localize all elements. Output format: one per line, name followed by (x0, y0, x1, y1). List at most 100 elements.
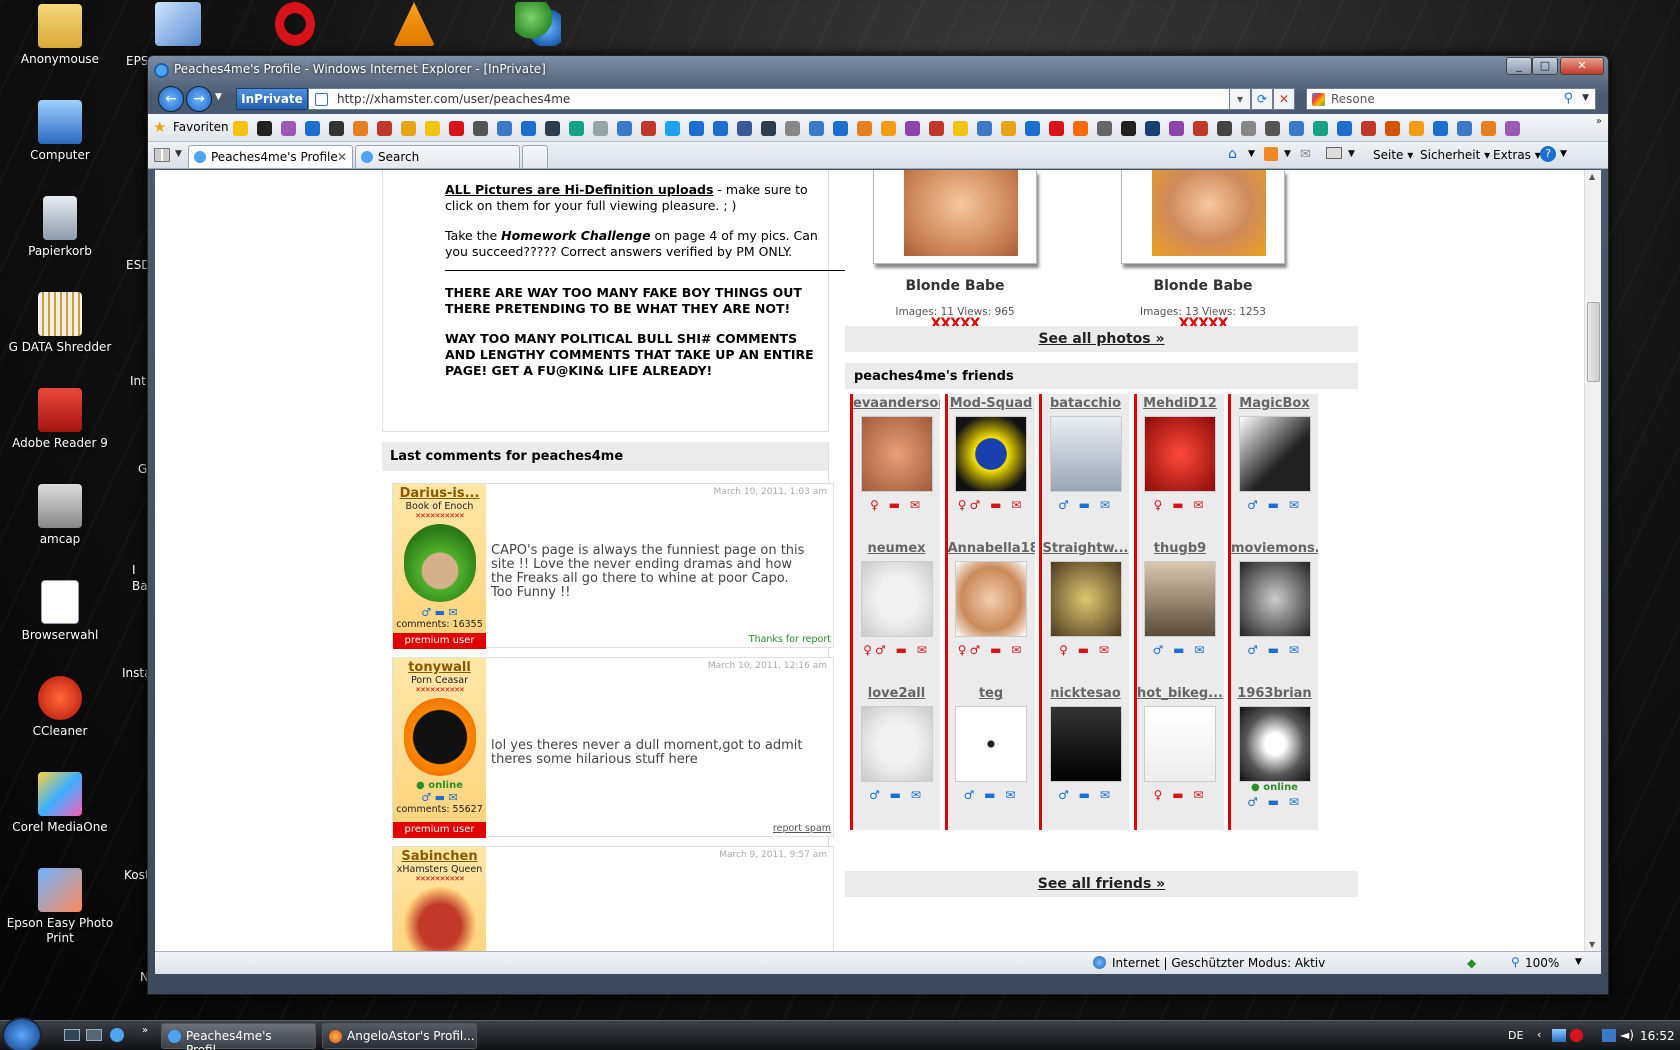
switch-windows-icon[interactable] (86, 1029, 102, 1041)
friend-avatar[interactable] (955, 416, 1027, 492)
taskbar-item-ie[interactable]: Peaches4me's Profil... (161, 1023, 316, 1050)
gender-flag-mail-icons[interactable]: ♀ ▬ ✉ (1137, 498, 1224, 512)
desktop-icon-anonymouse[interactable]: Anonymouse (5, 4, 115, 67)
messenger-icon[interactable] (515, 2, 561, 46)
back-button[interactable]: ← (158, 86, 184, 112)
gender-flag-mail-icons[interactable]: ♀♂ ▬ ✉ (948, 643, 1035, 657)
friend-name[interactable]: batacchio (1042, 394, 1129, 411)
favorite-link-icon[interactable] (1337, 121, 1352, 136)
desktop-icon-epson-photo-print[interactable]: Epson Easy Photo Print (5, 868, 115, 946)
friend-name[interactable]: MehdiD12 (1137, 394, 1224, 411)
inprivate-badge[interactable]: InPrivate (236, 88, 308, 110)
favorite-link-icon[interactable] (329, 121, 344, 136)
address-bar[interactable]: http://xhamster.com/user/peaches4me (308, 88, 1233, 110)
gender-flag-mail-icons[interactable]: ♂ ▬ ✉ (1042, 788, 1129, 802)
avatar[interactable] (403, 887, 476, 951)
friend-avatar[interactable] (955, 706, 1027, 782)
start-button[interactable] (2, 1017, 42, 1050)
network-icon[interactable] (1552, 1029, 1566, 1042)
friend-name[interactable]: neumex (853, 539, 940, 556)
vlc-icon[interactable] (393, 2, 435, 46)
address-dropdown-button[interactable]: ▾ (1229, 88, 1251, 110)
friend-card[interactable]: Annabella18 ♀♂ ▬ ✉ (944, 539, 1035, 685)
favorite-link-icon[interactable] (1121, 121, 1136, 136)
favorite-link-icon[interactable] (905, 121, 920, 136)
gallery-title[interactable]: Blonde Babe (865, 278, 1045, 294)
search-icon[interactable]: ⚲ (1563, 91, 1573, 106)
gender-flag-mail-icons[interactable]: ♂ ▬ ✉ (853, 788, 940, 802)
photo-gallery-card[interactable]: Blonde Babe Images: 11 Views: 965 XXXXX (865, 170, 1045, 331)
favorite-link-icon[interactable] (1241, 121, 1256, 136)
favorite-link-icon[interactable] (761, 121, 776, 136)
gender-flag-mail-icons[interactable]: ♂ ▬ ✉ (1231, 498, 1318, 512)
new-tab-button[interactable] (522, 145, 548, 168)
friend-card[interactable]: hot_bikeg... ♀ ▬ ✉ (1133, 684, 1224, 830)
friend-card[interactable]: 1963brian ● online ♂ ▬ ✉ (1228, 684, 1318, 830)
favorite-link-icon[interactable] (1481, 121, 1496, 136)
photo-gallery-card[interactable]: Blonde Babe Images: 13 Views: 1253 XXXXX (1113, 170, 1293, 331)
rss-icon[interactable] (1264, 147, 1278, 161)
favorite-link-icon[interactable] (1409, 121, 1424, 136)
friend-card[interactable]: teg ♂ ▬ ✉ (944, 684, 1035, 830)
favorite-link-icon[interactable] (1169, 121, 1184, 136)
comment-username[interactable]: Darius-is... (393, 484, 486, 501)
comment-username[interactable]: tonywall (393, 658, 486, 675)
scrollbar-thumb[interactable] (1587, 302, 1600, 382)
rss-dropdown-icon[interactable]: ▼ (1284, 149, 1291, 159)
favorite-link-icon[interactable] (737, 121, 752, 136)
avatar[interactable] (403, 524, 476, 602)
friend-avatar[interactable] (860, 416, 933, 492)
friend-name[interactable]: thugb9 (1137, 539, 1224, 556)
favorite-link-icon[interactable] (1097, 121, 1112, 136)
friend-card[interactable]: MagicBox ♂ ▬ ✉ (1228, 394, 1318, 540)
favorite-link-icon[interactable] (1001, 121, 1016, 136)
friend-avatar[interactable] (1238, 706, 1311, 782)
zoom-level[interactable]: 100% (1525, 956, 1559, 970)
opera-icon[interactable] (275, 2, 315, 46)
tab-search[interactable]: Search (355, 145, 520, 168)
friend-name[interactable]: love2all (853, 684, 940, 701)
forward-button[interactable]: → (186, 86, 212, 112)
friend-avatar[interactable] (1049, 416, 1122, 492)
favorite-link-icon[interactable] (641, 121, 656, 136)
favorite-link-icon[interactable] (425, 121, 440, 136)
favorite-link-icon[interactable] (1289, 121, 1304, 136)
friend-avatar[interactable] (955, 561, 1027, 637)
favorite-link-icon[interactable] (785, 121, 800, 136)
favorite-link-icon[interactable] (473, 121, 488, 136)
favorite-link-icon[interactable] (689, 121, 704, 136)
favorite-link-icon[interactable] (929, 121, 944, 136)
ie-quicklaunch-icon[interactable] (110, 1028, 124, 1042)
zoom-dropdown-icon[interactable]: ▼ (1575, 957, 1582, 967)
favorite-link-icon[interactable] (1217, 121, 1232, 136)
favorite-link-icon[interactable] (977, 121, 992, 136)
friend-card[interactable]: evaanderson ♀ ▬ ✉ (850, 394, 940, 540)
desktop-icon-gdata-shredder[interactable]: G DATA Shredder (5, 292, 115, 355)
favorite-link-icon[interactable] (1145, 121, 1160, 136)
scroll-down-icon[interactable]: ▼ (1589, 940, 1595, 949)
favorite-link-icon[interactable] (305, 121, 320, 136)
favorites-button[interactable]: Favoriten (173, 120, 229, 134)
favorite-link-icon[interactable] (1265, 121, 1280, 136)
minimize-button[interactable]: _ (1506, 57, 1532, 75)
network-status-icon[interactable] (1602, 1029, 1616, 1042)
gender-flag-mail-icons[interactable]: ♀♂ ▬ ✉ (853, 643, 940, 657)
favorite-link-icon[interactable] (1457, 121, 1472, 136)
gender-flag-mail-icons[interactable]: ♂ ▬ ✉ (948, 788, 1035, 802)
friend-avatar[interactable] (1238, 561, 1311, 637)
friend-name[interactable]: 1963brian (1231, 684, 1318, 701)
stop-button[interactable]: ✕ (1273, 88, 1295, 110)
friend-name[interactable]: Annabella18 (948, 539, 1035, 556)
friend-name[interactable]: hot_bikeg... (1137, 684, 1224, 701)
print-dropdown-icon[interactable]: ▼ (1348, 149, 1355, 159)
gallery-title[interactable]: Blonde Babe (1113, 278, 1293, 294)
gender-flag-mail-icons[interactable]: ♂ ▬ ✉ (1231, 795, 1318, 809)
volume-icon[interactable]: ◄) (1620, 1028, 1634, 1042)
friend-card[interactable]: Straightw... ♀ ▬ ✉ (1039, 539, 1129, 685)
friend-avatar[interactable] (860, 561, 933, 637)
history-dropdown-icon[interactable]: ▼ (215, 92, 222, 102)
print-icon[interactable] (1326, 147, 1342, 159)
refresh-button[interactable]: ⟳ (1251, 88, 1273, 110)
help-dropdown-icon[interactable]: ▼ (1560, 149, 1567, 159)
desktop-icon-computer[interactable]: Computer (5, 100, 115, 163)
